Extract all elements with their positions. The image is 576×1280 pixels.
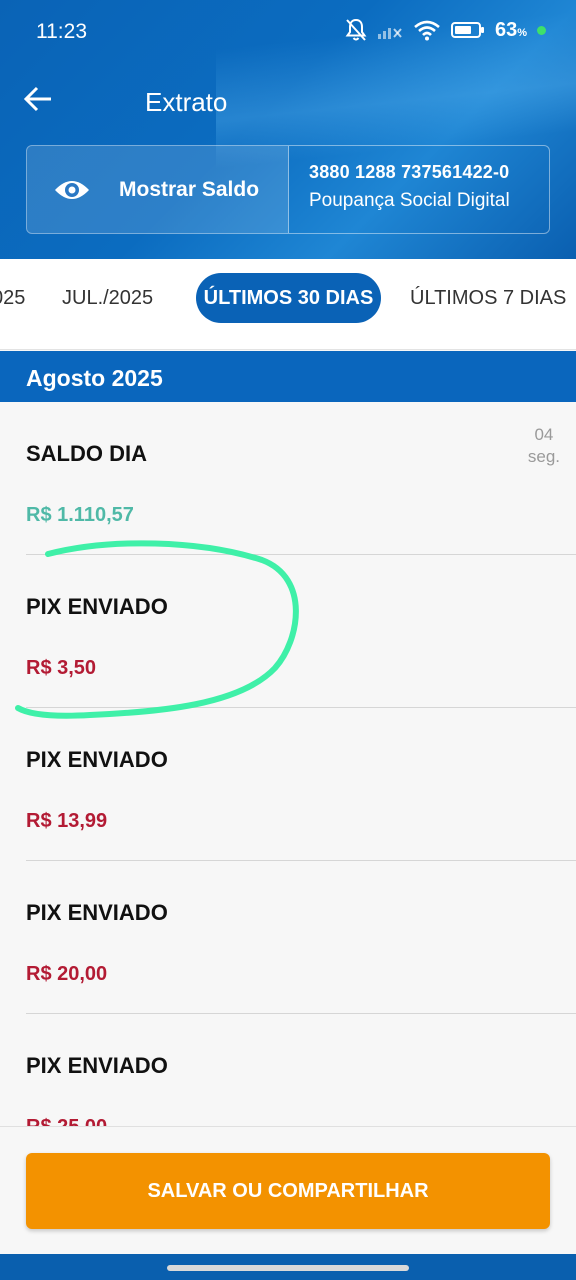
battery-icon — [450, 22, 484, 38]
status-bar: 11:23 63% — [0, 0, 576, 62]
screen: 11:23 63% Extrato Mostrar Saldo 3880 128… — [0, 0, 576, 1280]
signal-icon — [377, 28, 402, 39]
charging-dot — [537, 25, 546, 35]
transaction-title: PIX ENVIADO — [26, 594, 168, 619]
wifi-icon — [414, 20, 440, 41]
date-day: 04 — [534, 425, 554, 444]
list-item[interactable]: PIX ENVIADO R$ 25,00 — [26, 1014, 576, 1126]
tab-last-30-days[interactable]: ÚLTIMOS 30 DIAS — [196, 273, 381, 323]
page-title: Extrato — [145, 87, 228, 117]
transaction-list[interactable]: SALDO DIA R$ 1.110,57 04 seg. PIX ENVIAD… — [0, 402, 576, 1126]
tab-last-7-days[interactable]: ÚLTIMOS 7 DIAS — [410, 273, 566, 323]
show-balance-label: Mostrar Saldo — [119, 177, 260, 201]
tab-jun-2025[interactable]: 025 — [0, 273, 25, 323]
save-share-button[interactable]: SALVAR OU COMPARTILHAR — [26, 1153, 550, 1229]
transaction-date: 04 seg. — [528, 424, 560, 468]
muted-bell-icon — [345, 18, 367, 41]
month-header: Agosto 2025 — [0, 351, 576, 402]
action-area: SALVAR OU COMPARTILHAR — [0, 1126, 576, 1254]
back-arrow-icon[interactable] — [22, 82, 56, 116]
transaction-title: PIX ENVIADO — [26, 900, 168, 925]
system-nav-bar — [0, 1254, 576, 1280]
status-time: 11:23 — [36, 20, 87, 43]
list-item[interactable]: PIX ENVIADO R$ 3,50 — [26, 555, 576, 708]
battery-percentage: 63% — [494, 18, 527, 41]
list-item[interactable]: PIX ENVIADO R$ 20,00 — [26, 861, 576, 1014]
show-balance-button[interactable]: Mostrar Saldo — [27, 146, 289, 233]
home-indicator[interactable] — [167, 1265, 409, 1271]
transaction-value: R$ 3,50 — [26, 657, 97, 679]
date-weekday: seg. — [527, 447, 560, 466]
list-item[interactable]: SALDO DIA R$ 1.110,57 04 seg. — [26, 402, 576, 555]
app-bar: Extrato — [0, 70, 576, 132]
transaction-title: PIX ENVIADO — [26, 747, 168, 772]
transaction-value: R$ 20,00 — [26, 963, 108, 985]
transaction-title: SALDO DIA — [26, 441, 147, 466]
transaction-value: R$ 1.110,57 — [26, 504, 134, 526]
transaction-value: R$ 25,00 — [26, 1116, 107, 1126]
account-info: 3880 1288 737561422-0 Poupança Social Di… — [289, 146, 549, 233]
account-type: Poupança Social Digital — [309, 190, 510, 211]
period-tabs: 025 JUL./2025 ÚLTIMOS 30 DIAS ÚLTIMOS 7 … — [0, 259, 576, 350]
transaction-value: R$ 13,99 — [26, 810, 108, 832]
account-card: Mostrar Saldo 3880 1288 737561422-0 Poup… — [26, 145, 550, 234]
list-item[interactable]: PIX ENVIADO R$ 13,99 — [26, 708, 576, 861]
status-icons: 63% — [345, 18, 546, 42]
transaction-title: PIX ENVIADO — [26, 1053, 168, 1078]
tab-jul-2025[interactable]: JUL./2025 — [62, 273, 153, 323]
account-number: 3880 1288 737561422-0 — [309, 162, 510, 182]
month-label: Agosto 2025 — [26, 365, 163, 391]
eye-icon — [55, 180, 89, 199]
